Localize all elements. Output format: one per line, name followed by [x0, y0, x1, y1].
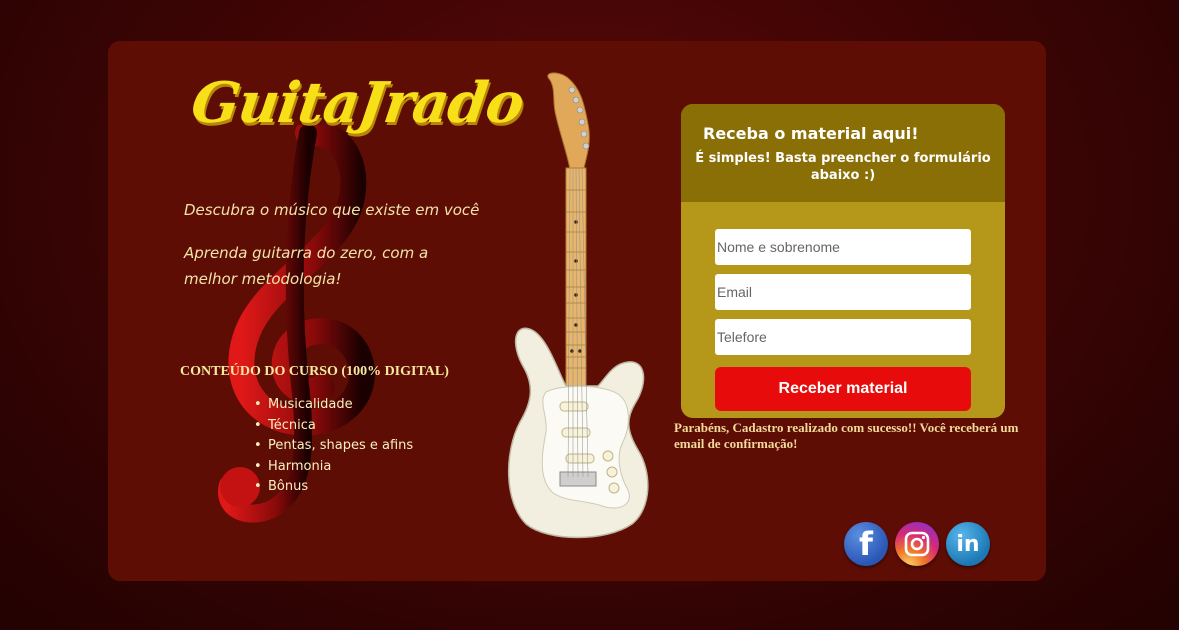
tagline-discover: Descubra o músico que existe em você: [184, 201, 480, 219]
electric-guitar-image: [507, 72, 649, 539]
linkedin-icon[interactable]: in: [946, 522, 990, 566]
form-title: Receba o material aqui!: [703, 124, 919, 143]
email-field[interactable]: [715, 274, 971, 310]
lead-form: Receba o material aqui! É simples! Basta…: [681, 104, 1005, 418]
course-content-title: CONTEÚDO DO CURSO (100% DIGITAL): [180, 364, 449, 379]
linkedin-glyph: in: [956, 531, 980, 557]
tagline-learn: Aprenda guitarra do zero, com a melhor m…: [184, 244, 429, 288]
list-item: Harmonia: [254, 457, 413, 478]
phone-field[interactable]: [715, 319, 971, 355]
list-item: Pentas, shapes e afins: [254, 436, 413, 457]
success-message: Parabéns, Cadastro realizado com sucesso…: [674, 420, 1019, 451]
facebook-icon[interactable]: f: [844, 522, 888, 566]
instagram-icon[interactable]: [895, 522, 939, 566]
course-list: Musicalidade Técnica Pentas, shapes e af…: [254, 395, 413, 498]
list-item: Técnica: [254, 416, 413, 437]
list-item: Musicalidade: [254, 395, 413, 416]
facebook-glyph: f: [859, 525, 873, 563]
list-item: Bônus: [254, 477, 413, 498]
form-header: Receba o material aqui! É simples! Basta…: [681, 104, 1005, 202]
camera-icon: [904, 531, 930, 557]
site-logo[interactable]: GuitaJrado: [187, 70, 527, 136]
name-field[interactable]: [715, 229, 971, 265]
submit-button[interactable]: Receber material: [715, 367, 971, 411]
form-subtitle: É simples! Basta preencher o formulário …: [695, 151, 991, 183]
